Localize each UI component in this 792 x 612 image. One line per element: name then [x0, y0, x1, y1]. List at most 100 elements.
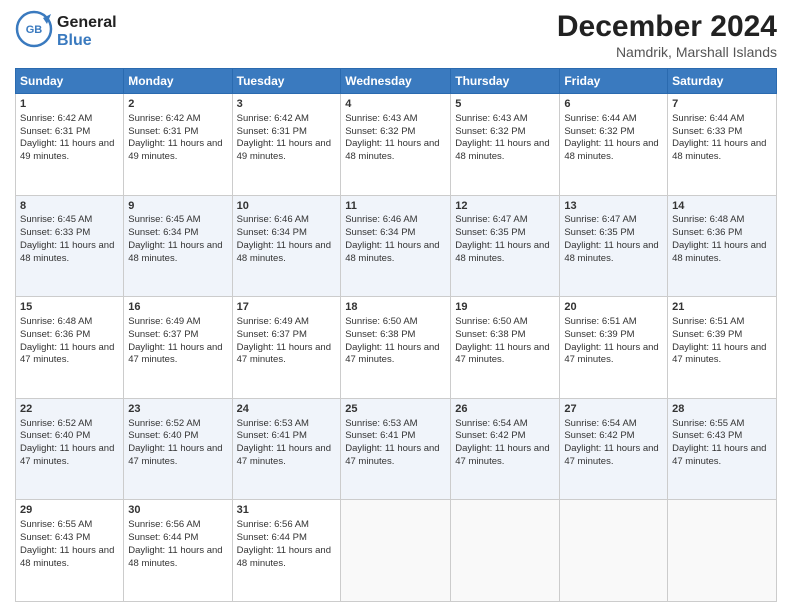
daylight-label: Daylight: 11 hours and 49 minutes.: [128, 138, 222, 162]
sunset-label: Sunset: 6:32 PM: [564, 126, 634, 137]
day-number: 7: [672, 97, 772, 112]
calendar-cell: 25Sunrise: 6:53 AMSunset: 6:41 PMDayligh…: [341, 398, 451, 500]
sunrise-label: Sunrise: 6:42 AM: [20, 113, 92, 124]
calendar-cell: 24Sunrise: 6:53 AMSunset: 6:41 PMDayligh…: [232, 398, 341, 500]
sunrise-label: Sunrise: 6:44 AM: [672, 113, 744, 124]
calendar-cell: 17Sunrise: 6:49 AMSunset: 6:37 PMDayligh…: [232, 297, 341, 399]
calendar-cell: 26Sunrise: 6:54 AMSunset: 6:42 PMDayligh…: [451, 398, 560, 500]
title-section: December 2024 Namdrik, Marshall Islands: [557, 10, 777, 60]
sunset-label: Sunset: 6:35 PM: [564, 227, 634, 238]
daylight-label: Daylight: 11 hours and 47 minutes.: [455, 342, 549, 366]
sunrise-label: Sunrise: 6:48 AM: [20, 316, 92, 327]
day-number: 2: [128, 97, 227, 112]
calendar-cell: [668, 500, 777, 602]
sunset-label: Sunset: 6:36 PM: [672, 227, 742, 238]
daylight-label: Daylight: 11 hours and 48 minutes.: [237, 240, 331, 264]
day-number: 14: [672, 199, 772, 214]
day-header-friday: Friday: [560, 69, 668, 94]
sunrise-label: Sunrise: 6:56 AM: [237, 519, 309, 530]
sunrise-label: Sunrise: 6:47 AM: [564, 214, 636, 225]
logo: GB General Blue: [15, 10, 117, 53]
daylight-label: Daylight: 11 hours and 48 minutes.: [128, 545, 222, 569]
sunrise-label: Sunrise: 6:49 AM: [237, 316, 309, 327]
sunrise-label: Sunrise: 6:46 AM: [345, 214, 417, 225]
calendar-cell: 28Sunrise: 6:55 AMSunset: 6:43 PMDayligh…: [668, 398, 777, 500]
sunrise-label: Sunrise: 6:54 AM: [564, 418, 636, 429]
day-number: 29: [20, 503, 119, 518]
day-number: 27: [564, 402, 663, 417]
sunset-label: Sunset: 6:36 PM: [20, 329, 90, 340]
calendar-cell: 7Sunrise: 6:44 AM Sunset: 6:33 PMDaylight…: [668, 94, 777, 196]
day-number: 13: [564, 199, 663, 214]
sunrise-label: Sunrise: 6:49 AM: [128, 316, 200, 327]
calendar-cell: [341, 500, 451, 602]
day-number: 5: [455, 97, 555, 112]
calendar-cell: 21Sunrise: 6:51 AMSunset: 6:39 PMDayligh…: [668, 297, 777, 399]
daylight-label: Daylight: 11 hours and 48 minutes.: [345, 240, 439, 264]
sunset-label: Sunset: 6:44 PM: [128, 532, 198, 543]
day-header-wednesday: Wednesday: [341, 69, 451, 94]
sunset-label: Sunset: 6:41 PM: [345, 430, 415, 441]
calendar-cell: 14Sunrise: 6:48 AMSunset: 6:36 PMDayligh…: [668, 195, 777, 297]
daylight-label: Daylight: 11 hours and 48 minutes.: [672, 240, 766, 264]
calendar-cell: 5Sunrise: 6:43 AMSunset: 6:32 PMDaylight…: [451, 94, 560, 196]
day-number: 24: [237, 402, 337, 417]
day-header-tuesday: Tuesday: [232, 69, 341, 94]
day-number: 23: [128, 402, 227, 417]
daylight-label: Daylight: 11 hours and 47 minutes.: [672, 443, 766, 467]
sunset-label: Sunset: 6:35 PM: [455, 227, 525, 238]
calendar-cell: 16Sunrise: 6:49 AMSunset: 6:37 PMDayligh…: [124, 297, 232, 399]
day-number: 21: [672, 300, 772, 315]
sunset-label: Sunset: 6:31 PM: [237, 126, 307, 137]
calendar-cell: 3Sunrise: 6:42 AMSunset: 6:31 PMDaylight…: [232, 94, 341, 196]
calendar-cell: 15Sunrise: 6:48 AMSunset: 6:36 PMDayligh…: [16, 297, 124, 399]
sunset-label: Sunset: 6:38 PM: [455, 329, 525, 340]
daylight-label: Daylight: 11 hours and 48 minutes.: [237, 545, 331, 569]
sunrise-label: Sunrise: 6:52 AM: [128, 418, 200, 429]
calendar-cell: 11Sunrise: 6:46 AMSunset: 6:34 PMDayligh…: [341, 195, 451, 297]
daylight-label: Daylight: 11 hours and 48 minutes.: [672, 138, 766, 162]
daylight-label: Daylight: 11 hours and 48 minutes.: [455, 240, 549, 264]
daylight-label: Daylight: 11 hours and 49 minutes.: [20, 138, 114, 162]
day-header-saturday: Saturday: [668, 69, 777, 94]
calendar: SundayMondayTuesdayWednesdayThursdayFrid…: [15, 68, 777, 602]
calendar-cell: 8Sunrise: 6:45 AMSunset: 6:33 PMDaylight…: [16, 195, 124, 297]
sunset-label: Sunset: 6:37 PM: [128, 329, 198, 340]
sunset-label: Sunset: 6:33 PM: [672, 126, 742, 137]
calendar-cell: 13Sunrise: 6:47 AMSunset: 6:35 PMDayligh…: [560, 195, 668, 297]
sunset-label: Sunset: 6:34 PM: [345, 227, 415, 238]
sunrise-label: Sunrise: 6:53 AM: [345, 418, 417, 429]
daylight-label: Daylight: 11 hours and 47 minutes.: [237, 342, 331, 366]
sunrise-label: Sunrise: 6:55 AM: [20, 519, 92, 530]
calendar-cell: 10Sunrise: 6:46 AMSunset: 6:34 PMDayligh…: [232, 195, 341, 297]
sunrise-label: Sunrise: 6:42 AM: [128, 113, 200, 124]
calendar-cell: 30Sunrise: 6:56 AMSunset: 6:44 PMDayligh…: [124, 500, 232, 602]
sunset-label: Sunset: 6:40 PM: [20, 430, 90, 441]
sunset-label: Sunset: 6:41 PM: [237, 430, 307, 441]
logo-text2: Blue: [57, 32, 117, 50]
calendar-cell: 23Sunrise: 6:52 AMSunset: 6:40 PMDayligh…: [124, 398, 232, 500]
day-number: 16: [128, 300, 227, 315]
day-header-sunday: Sunday: [16, 69, 124, 94]
sunset-label: Sunset: 6:34 PM: [237, 227, 307, 238]
sunrise-label: Sunrise: 6:51 AM: [564, 316, 636, 327]
svg-text:GB: GB: [26, 24, 43, 36]
daylight-label: Daylight: 11 hours and 48 minutes.: [345, 138, 439, 162]
sunrise-label: Sunrise: 6:45 AM: [128, 214, 200, 225]
sunset-label: Sunset: 6:39 PM: [672, 329, 742, 340]
sunrise-label: Sunrise: 6:43 AM: [455, 113, 527, 124]
day-number: 17: [237, 300, 337, 315]
sunrise-label: Sunrise: 6:54 AM: [455, 418, 527, 429]
calendar-cell: 4Sunrise: 6:43 AMSunset: 6:32 PMDaylight…: [341, 94, 451, 196]
sunrise-label: Sunrise: 6:45 AM: [20, 214, 92, 225]
daylight-label: Daylight: 11 hours and 47 minutes.: [20, 443, 114, 467]
daylight-label: Daylight: 11 hours and 47 minutes.: [564, 443, 658, 467]
daylight-label: Daylight: 11 hours and 47 minutes.: [345, 342, 439, 366]
day-number: 26: [455, 402, 555, 417]
day-number: 19: [455, 300, 555, 315]
day-number: 18: [345, 300, 446, 315]
sunset-label: Sunset: 6:44 PM: [237, 532, 307, 543]
page: GB General Blue December 2024 Namdrik, M…: [0, 0, 792, 612]
daylight-label: Daylight: 11 hours and 47 minutes.: [20, 342, 114, 366]
calendar-cell: 22Sunrise: 6:52 AMSunset: 6:40 PMDayligh…: [16, 398, 124, 500]
